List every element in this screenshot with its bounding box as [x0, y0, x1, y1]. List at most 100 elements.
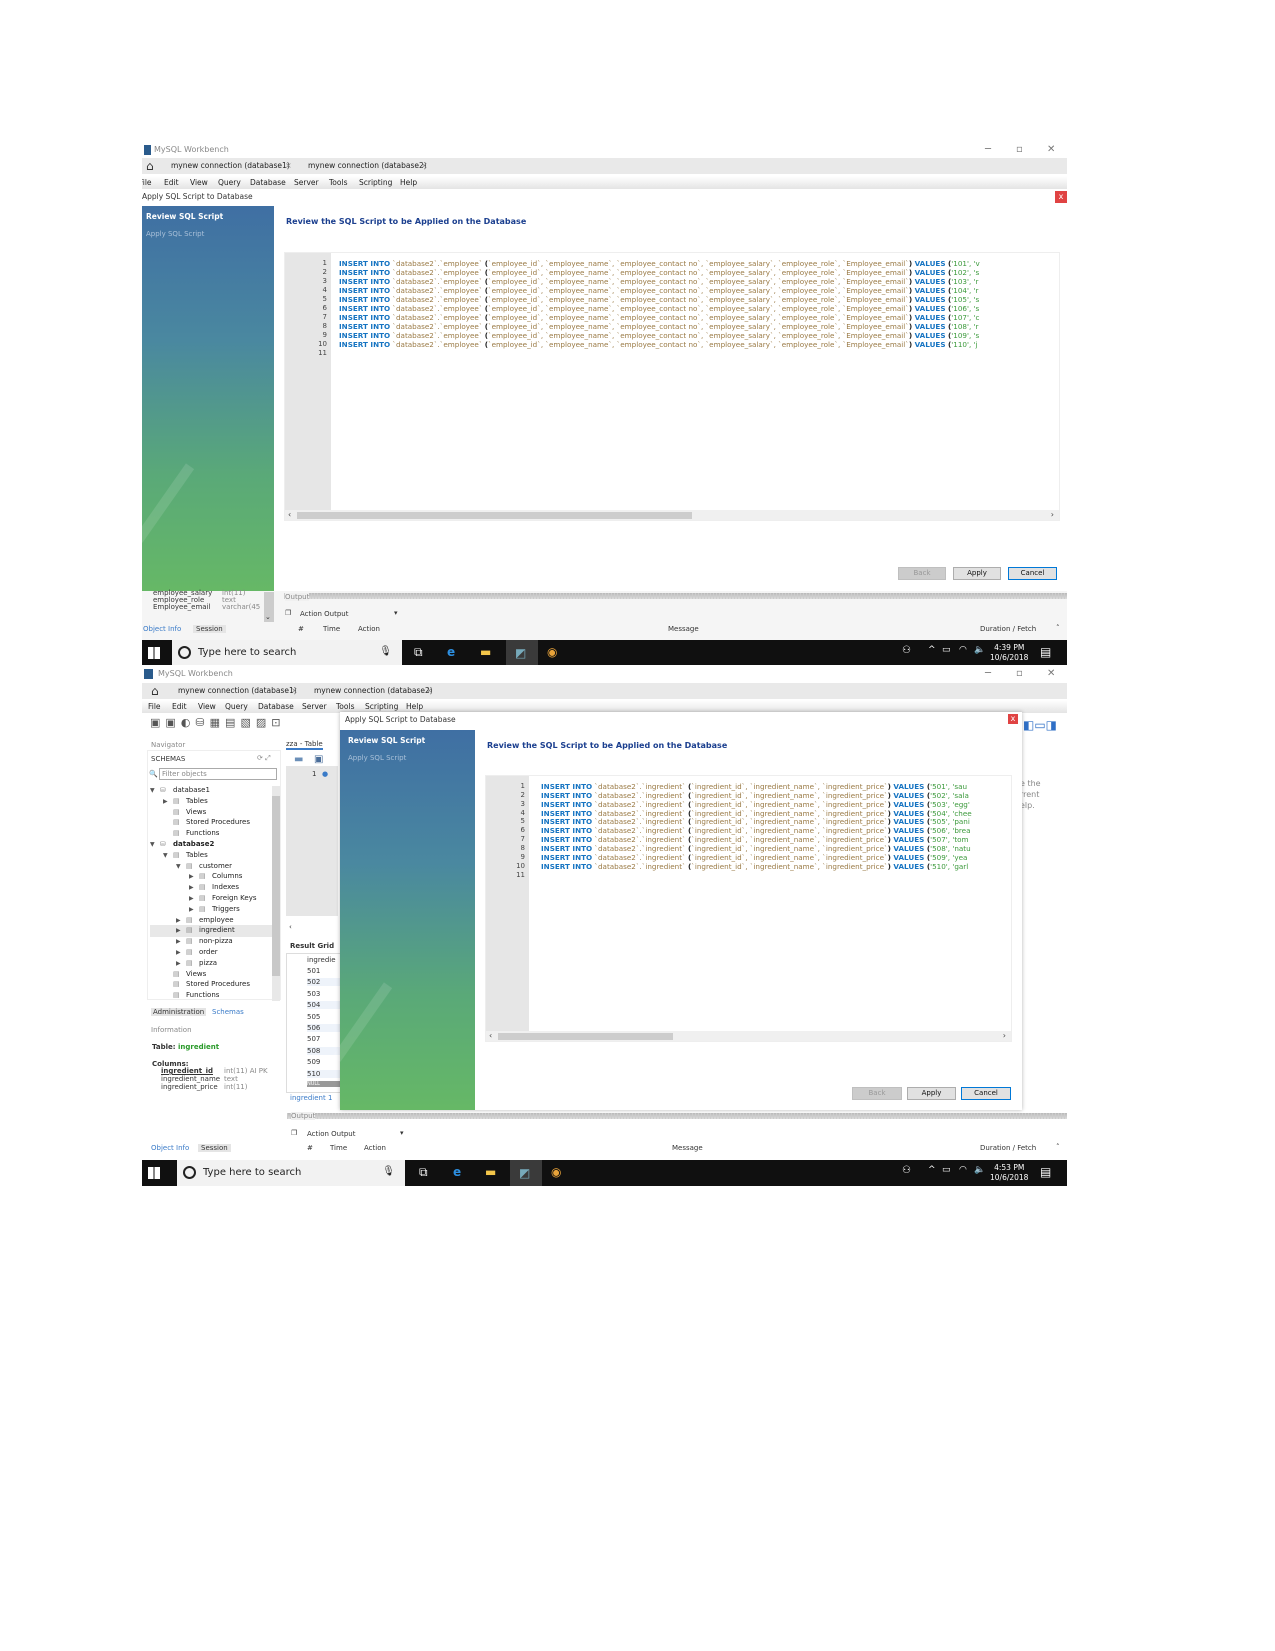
action-output-select[interactable]: Action Output: [300, 610, 348, 618]
menu-file[interactable]: File: [142, 178, 152, 187]
panel-layout-icons[interactable]: ◧▭◨: [1023, 718, 1057, 732]
minimize-button[interactable]: ─: [985, 144, 991, 155]
menu-server[interactable]: Server: [294, 178, 319, 187]
edge-icon[interactable]: e: [447, 645, 455, 659]
menu-edit[interactable]: Edit: [172, 702, 187, 711]
close-window-button[interactable]: ✕: [1047, 668, 1055, 679]
menu-file[interactable]: File: [148, 702, 161, 711]
volume-icon[interactable]: 🔈: [974, 1165, 985, 1175]
tree-item[interactable]: ▤ Stored Procedures: [150, 979, 272, 990]
edge-icon[interactable]: e: [453, 1165, 461, 1179]
menu-server[interactable]: Server: [302, 702, 327, 711]
menu-tools[interactable]: Tools: [336, 702, 354, 711]
scroll-left-icon[interactable]: ‹: [489, 1031, 492, 1040]
maximize-button[interactable]: ▫: [1016, 668, 1023, 679]
tab-database2[interactable]: mynew connection (database2): [308, 161, 427, 170]
network-icon[interactable]: ◠: [959, 1165, 967, 1175]
menu-query[interactable]: Query: [218, 178, 241, 187]
tab-session[interactable]: Session: [198, 1144, 231, 1152]
tab-object-info[interactable]: Object Info: [151, 1144, 189, 1152]
scrollbar-thumb[interactable]: [272, 796, 280, 976]
horizontal-scrollbar[interactable]: ‹ ›: [486, 1031, 1011, 1041]
task-view-icon[interactable]: ⧉: [414, 645, 423, 660]
taskbar-clock[interactable]: 4:53 PM 10/6/2018: [990, 1163, 1028, 1183]
menu-view[interactable]: View: [190, 178, 208, 187]
copy-icon[interactable]: ❐: [285, 609, 291, 617]
horizontal-scrollbar[interactable]: ‹ ›: [285, 510, 1059, 520]
tree-item[interactable]: ▤ Functions: [150, 828, 272, 839]
task-view-icon[interactable]: ⧉: [419, 1165, 428, 1180]
sql-script-editor[interactable]: ‹ › 1 INSERT INTO `database2`.`employee` …: [284, 252, 1060, 521]
scroll-right-icon[interactable]: ›: [1051, 510, 1054, 519]
scroll-left-icon[interactable]: ‹: [288, 510, 291, 519]
apply-button[interactable]: Apply: [907, 1087, 956, 1100]
chrome-icon[interactable]: ◉: [551, 1165, 561, 1179]
maximize-button[interactable]: ▫: [1016, 144, 1023, 155]
create-table-icon[interactable]: ▦: [210, 716, 225, 729]
action-output-select[interactable]: Action Output: [307, 1130, 355, 1138]
scrollbar-thumb[interactable]: [498, 1033, 673, 1040]
show-hidden-icons[interactable]: ^: [928, 1165, 936, 1175]
close-tab-icon[interactable]: ×: [426, 686, 433, 695]
scroll-down-icon[interactable]: ⌄: [265, 613, 271, 621]
file-explorer-icon[interactable]: ▬: [480, 645, 491, 659]
menu-view[interactable]: View: [198, 702, 216, 711]
dialog-close-button[interactable]: x: [1055, 191, 1067, 203]
tree-item[interactable]: ▤ Views: [150, 969, 272, 980]
battery-icon[interactable]: ▭: [942, 1165, 951, 1175]
battery-icon[interactable]: ▭: [942, 645, 951, 655]
new-sql-tab-icon[interactable]: ▣: [150, 716, 165, 729]
tree-item[interactable]: ▤ Views: [150, 807, 272, 818]
chevron-down-icon[interactable]: ▾: [394, 609, 398, 617]
notification-icon[interactable]: ▤: [1040, 1165, 1051, 1179]
apply-button[interactable]: Apply: [953, 567, 1001, 580]
taskbar-search[interactable]: Type here to search 🎙: [177, 1160, 405, 1186]
collapse-icon[interactable]: ˄: [1056, 1143, 1060, 1151]
editor-tab[interactable]: zza - Table: [286, 740, 323, 750]
cancel-button[interactable]: Cancel: [1008, 567, 1057, 580]
back-button[interactable]: Back: [852, 1087, 902, 1100]
chevron-down-icon[interactable]: ▾: [400, 1129, 404, 1137]
menu-scripting[interactable]: Scripting: [359, 178, 392, 187]
close-tab-icon[interactable]: ×: [285, 161, 292, 170]
close-window-button[interactable]: ✕: [1047, 144, 1055, 155]
microphone-icon[interactable]: 🎙: [379, 646, 392, 657]
menu-scripting[interactable]: Scripting: [365, 702, 398, 711]
copy-icon[interactable]: ❐: [291, 1129, 297, 1137]
create-procedure-icon[interactable]: ▧: [240, 716, 255, 729]
create-function-icon[interactable]: ▨: [256, 716, 271, 729]
sql-script-editor[interactable]: ‹ › 1 INSERT INTO `database2`.`ingredient…: [485, 775, 1012, 1042]
volume-icon[interactable]: 🔈: [974, 645, 985, 655]
workbench-taskbar-icon[interactable]: ◩: [510, 1160, 542, 1186]
network-icon[interactable]: ◠: [959, 645, 967, 655]
scroll-right-icon[interactable]: ›: [1003, 1031, 1006, 1040]
home-icon[interactable]: ⌂: [151, 684, 159, 698]
tab-schemas[interactable]: Schemas: [212, 1008, 244, 1016]
close-tab-icon[interactable]: ×: [421, 161, 428, 170]
save-icon[interactable]: ▣: [314, 754, 323, 765]
search-table-data-icon[interactable]: ⊡: [271, 716, 285, 729]
dialog-close-button[interactable]: x: [1008, 714, 1018, 724]
tab-object-info[interactable]: Object Info: [143, 625, 181, 633]
inspector-icon[interactable]: ◐: [181, 716, 196, 729]
output-splitter[interactable]: [287, 1113, 1067, 1119]
tab-administration[interactable]: Administration: [151, 1008, 207, 1016]
menu-database[interactable]: Database: [258, 702, 294, 711]
result-tab[interactable]: ingredient 1: [290, 1094, 332, 1102]
chrome-icon[interactable]: ◉: [547, 645, 557, 659]
tab-session[interactable]: Session: [193, 625, 226, 633]
menu-help[interactable]: Help: [406, 702, 423, 711]
collapse-icon[interactable]: ˄: [1056, 624, 1060, 632]
result-grid[interactable]: ingredie 501 502 503 504 505 506 507 508 509 510 N…: [286, 953, 342, 1093]
menu-tools[interactable]: Tools: [329, 178, 347, 187]
create-schema-icon[interactable]: ⛁: [195, 716, 209, 729]
home-icon[interactable]: ⌂: [146, 159, 154, 173]
tab-database2[interactable]: mynew connection (database2): [314, 686, 433, 695]
scrollbar-thumb[interactable]: [297, 512, 692, 519]
taskbar-search[interactable]: Type here to search 🎙: [172, 640, 402, 665]
people-icon[interactable]: ⚇: [902, 1165, 911, 1176]
cancel-button[interactable]: Cancel: [961, 1087, 1011, 1100]
file-explorer-icon[interactable]: ▬: [485, 1165, 496, 1179]
output-splitter[interactable]: [284, 593, 1067, 599]
taskbar-clock[interactable]: 4:39 PM 10/6/2018: [990, 643, 1028, 663]
